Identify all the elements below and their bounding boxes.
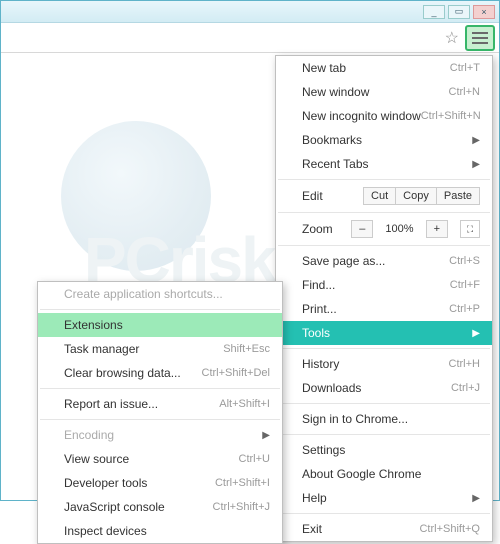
- separator: [278, 179, 490, 180]
- menu-about[interactable]: About Google Chrome: [276, 462, 492, 486]
- submenu-devtools[interactable]: Developer toolsCtrl+Shift+I: [38, 471, 282, 495]
- chevron-right-icon: ▶: [472, 328, 480, 339]
- toolbar: ☆: [1, 23, 499, 53]
- submenu-shortcuts: Create application shortcuts...: [38, 282, 282, 306]
- chevron-right-icon: ▶: [472, 493, 480, 504]
- menu-signin[interactable]: Sign in to Chrome...: [276, 407, 492, 431]
- menu-incognito[interactable]: New incognito windowCtrl+Shift+N: [276, 104, 492, 128]
- menu-history[interactable]: HistoryCtrl+H: [276, 352, 492, 376]
- chevron-right-icon: ▶: [472, 135, 480, 146]
- submenu-view-source[interactable]: View sourceCtrl+U: [38, 447, 282, 471]
- menu-edit-row: Edit Cut Copy Paste: [276, 183, 492, 209]
- copy-button[interactable]: Copy: [396, 187, 437, 205]
- submenu-js-console[interactable]: JavaScript consoleCtrl+Shift+J: [38, 495, 282, 519]
- separator: [40, 419, 280, 420]
- menu-help[interactable]: Help▶: [276, 486, 492, 510]
- maximize-button[interactable]: ▭: [448, 5, 470, 19]
- browser-window: _ ▭ × ☆ PCrisk.com New tabCtrl+T New win…: [0, 0, 500, 501]
- separator: [278, 245, 490, 246]
- zoom-in-button[interactable]: +: [426, 220, 448, 238]
- minimize-button[interactable]: _: [423, 5, 445, 19]
- menu-bookmarks[interactable]: Bookmarks▶: [276, 128, 492, 152]
- menu-recent-tabs[interactable]: Recent Tabs▶: [276, 152, 492, 176]
- submenu-task-manager[interactable]: Task managerShift+Esc: [38, 337, 282, 361]
- menu-settings[interactable]: Settings: [276, 438, 492, 462]
- separator: [278, 403, 490, 404]
- menu-button[interactable]: [465, 25, 495, 51]
- menu-downloads[interactable]: DownloadsCtrl+J: [276, 376, 492, 400]
- submenu-extensions[interactable]: Extensions: [38, 313, 282, 337]
- zoom-level: 100%: [379, 223, 419, 235]
- submenu-inspect-devices[interactable]: Inspect devices: [38, 519, 282, 543]
- submenu-encoding[interactable]: Encoding▶: [38, 423, 282, 447]
- menu-print[interactable]: Print...Ctrl+P: [276, 297, 492, 321]
- zoom-out-button[interactable]: –: [351, 220, 373, 238]
- separator: [40, 309, 280, 310]
- separator: [278, 212, 490, 213]
- menu-tools[interactable]: Tools▶: [276, 321, 492, 345]
- chevron-right-icon: ▶: [262, 430, 270, 441]
- menu-find[interactable]: Find...Ctrl+F: [276, 273, 492, 297]
- close-button[interactable]: ×: [473, 5, 495, 19]
- paste-button[interactable]: Paste: [437, 187, 480, 205]
- menu-save-page[interactable]: Save page as...Ctrl+S: [276, 249, 492, 273]
- menu-zoom-row: Zoom – 100% + ⛶: [276, 216, 492, 242]
- tools-submenu: Create application shortcuts... Extensio…: [37, 281, 283, 544]
- separator: [278, 513, 490, 514]
- submenu-report-issue[interactable]: Report an issue...Alt+Shift+I: [38, 392, 282, 416]
- cut-button[interactable]: Cut: [363, 187, 396, 205]
- menu-new-tab[interactable]: New tabCtrl+T: [276, 56, 492, 80]
- separator: [40, 388, 280, 389]
- fullscreen-button[interactable]: ⛶: [460, 220, 480, 238]
- titlebar: _ ▭ ×: [1, 1, 499, 23]
- chevron-right-icon: ▶: [472, 159, 480, 170]
- submenu-clear-data[interactable]: Clear browsing data...Ctrl+Shift+Del: [38, 361, 282, 385]
- bookmark-star-icon[interactable]: ☆: [445, 28, 459, 48]
- separator: [278, 348, 490, 349]
- main-menu: New tabCtrl+T New windowCtrl+N New incog…: [275, 55, 493, 542]
- menu-exit[interactable]: ExitCtrl+Shift+Q: [276, 517, 492, 541]
- menu-new-window[interactable]: New windowCtrl+N: [276, 80, 492, 104]
- separator: [278, 434, 490, 435]
